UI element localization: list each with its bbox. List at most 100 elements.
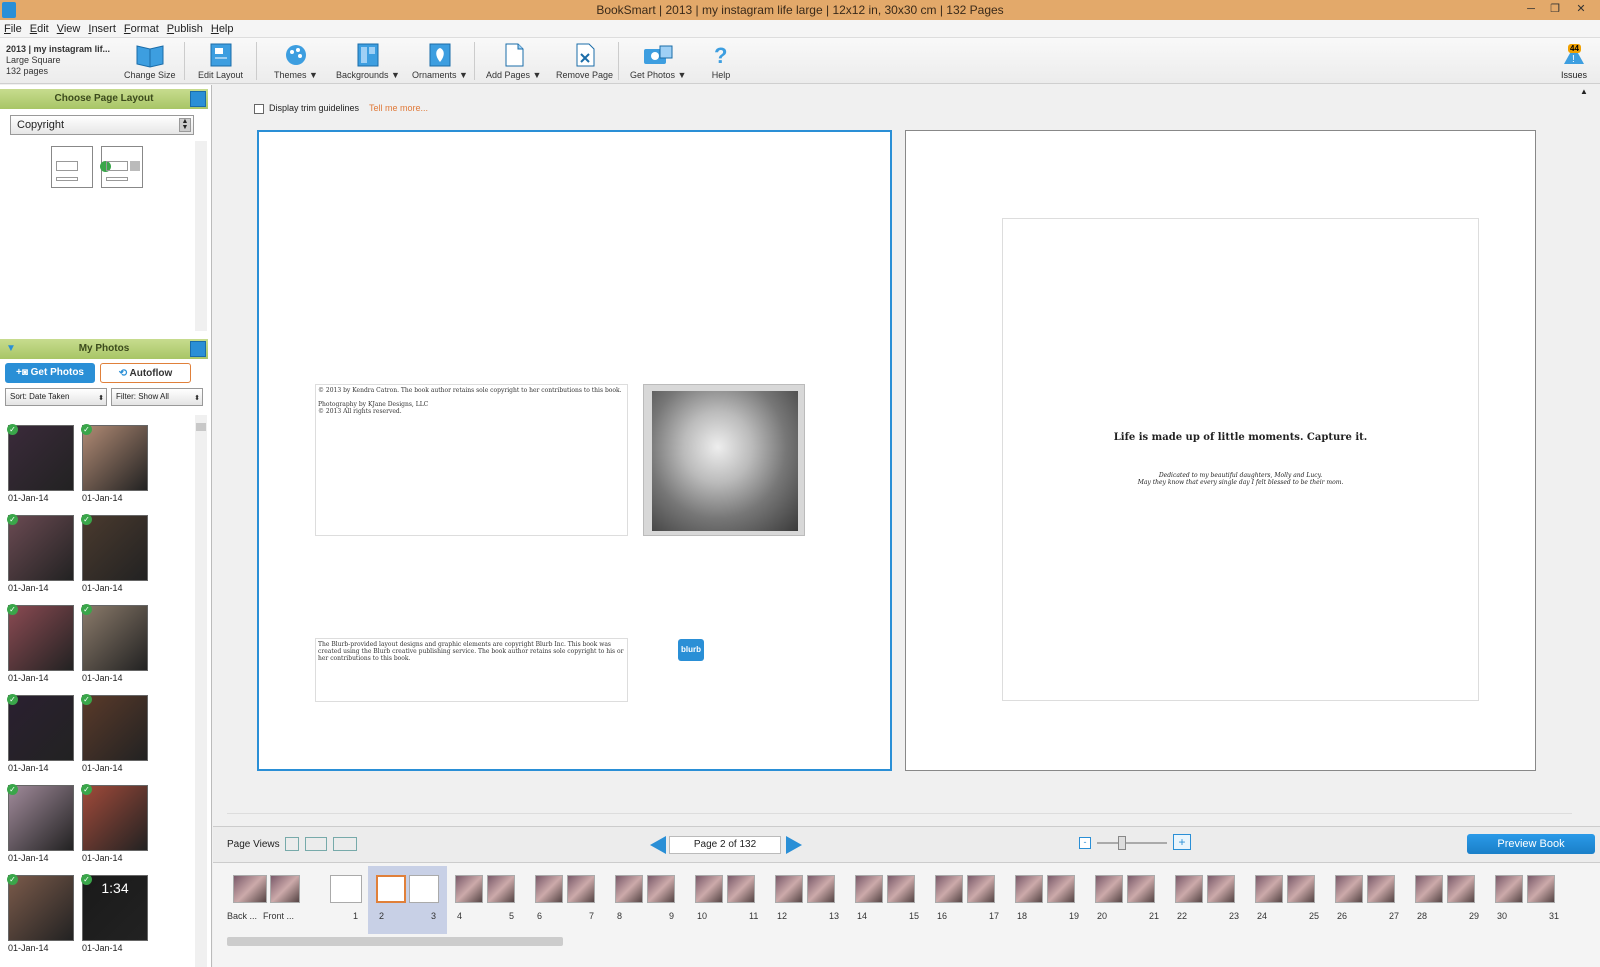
page-thumbnail[interactable] [807,875,835,903]
autoflow-button[interactable]: ⟲ Autoflow [100,363,191,383]
single-page-view-icon[interactable] [285,837,299,851]
page-thumbnail[interactable] [1127,875,1155,903]
previous-page-icon[interactable] [650,836,666,854]
popout-icon[interactable] [190,341,206,357]
scroll-thumb[interactable] [196,423,206,431]
page-thumbnail[interactable] [967,875,995,903]
get-photos-button[interactable]: +◙ Get Photos [5,363,95,383]
themes-button[interactable]: Themes ▼ [274,42,318,80]
photo-thumbnail[interactable]: ✓ [81,784,148,851]
tell-me-more-link[interactable]: Tell me more... [369,103,428,113]
page-thumbnail[interactable] [935,875,963,903]
page-thumbnail[interactable] [376,875,406,903]
filter-select[interactable]: Filter: Show All ⬍ [111,388,203,406]
layout-option-2-selected[interactable] [100,146,143,188]
portrait-photo[interactable] [643,384,805,536]
photo-thumbnail[interactable]: ✓ [81,694,148,761]
page-thumbnail[interactable] [233,875,267,903]
photo-thumbnail[interactable]: ✓ [81,424,148,491]
zoom-out-icon[interactable]: - [1079,837,1091,849]
page-thumbnail[interactable] [615,875,643,903]
workspace-vertical-scrollbar[interactable]: ▲ [1578,87,1590,803]
page-thumbnail[interactable] [409,875,439,903]
layout-scrollbar[interactable] [195,141,207,331]
page-thumbnail[interactable] [1335,875,1363,903]
preview-book-button[interactable]: Preview Book [1467,834,1595,854]
close-icon[interactable]: ✕ [1570,0,1592,20]
photo-thumbnail[interactable]: ✓ [7,424,74,491]
trim-guidelines-checkbox[interactable] [254,104,264,114]
photo-thumbnail[interactable]: ✓ [7,784,74,851]
page-thumbnail[interactable] [567,875,595,903]
page-thumbnail[interactable] [1255,875,1283,903]
menu-publish[interactable]: Publish [163,20,207,38]
page-thumbnail[interactable] [855,875,883,903]
photo-thumbnail[interactable]: ✓ [7,514,74,581]
photos-scrollbar[interactable] [195,415,207,967]
page-thumbnail[interactable] [727,875,755,903]
page-indicator[interactable]: Page 2 of 132 [669,836,781,854]
page-thumbnail[interactable] [330,875,362,903]
left-page-selected[interactable]: © 2013 by Kendra Catron. The book author… [257,130,892,771]
blurb-notice-text-box[interactable]: The Blurb-provided layout designs and gr… [315,638,628,702]
add-pages-button[interactable]: Add Pages ▼ [486,42,541,80]
page-thumbnail[interactable] [1095,875,1123,903]
zoom-slider-thumb[interactable] [1118,836,1126,850]
zoom-slider[interactable] [1097,842,1167,844]
page-thumbnail[interactable] [1495,875,1523,903]
page-thumbnail[interactable] [1287,875,1315,903]
photo-thumbnail[interactable]: ✓ [7,694,74,761]
page-thumbnail[interactable] [487,875,515,903]
popout-icon[interactable] [190,91,206,107]
copyright-text-box[interactable]: © 2013 by Kendra Catron. The book author… [315,384,628,536]
photo-thumbnail[interactable]: ✓ [81,604,148,671]
photo-thumbnail[interactable]: ✓ [7,604,74,671]
dedication-text-box[interactable]: Life is made up of little moments. Captu… [1002,218,1479,701]
ornaments-button[interactable]: Ornaments ▼ [412,42,468,80]
layout-option-1[interactable] [51,146,93,188]
page-thumbnail[interactable] [647,875,675,903]
minimize-icon[interactable]: ─ [1520,0,1542,20]
page-thumbnail[interactable] [270,875,300,903]
help-button[interactable]: ? Help [710,42,732,80]
page-thumbnail[interactable] [535,875,563,903]
photo-thumbnail[interactable]: ✓ 1:34 [81,874,148,941]
page-thumbnail[interactable] [1415,875,1443,903]
sort-select[interactable]: Sort: Date Taken ⬍ [5,388,107,406]
menu-edit[interactable]: Edit [26,20,53,38]
page-thumbnail[interactable] [887,875,915,903]
page-thumbnail[interactable] [455,875,483,903]
backgrounds-button[interactable]: Backgrounds ▼ [336,42,400,80]
spread-view-icon[interactable] [305,837,327,851]
get-photos-toolbar-button[interactable]: Get Photos ▼ [630,42,686,80]
filmstrip-scroll-thumb[interactable] [227,937,563,946]
menu-view[interactable]: View [53,20,85,38]
zoom-in-icon[interactable]: + [1173,834,1191,850]
collapse-icon[interactable]: ▼ [6,339,16,359]
restore-icon[interactable]: ❐ [1544,0,1566,20]
change-size-button[interactable]: Change Size [124,42,176,80]
edit-layout-button[interactable]: Edit Layout [198,42,243,80]
menu-help[interactable]: Help [207,20,238,38]
photo-thumbnail[interactable]: ✓ [7,874,74,941]
menu-format[interactable]: Format [120,20,163,38]
page-thumbnail[interactable] [775,875,803,903]
page-thumbnail[interactable] [1367,875,1395,903]
page-thumbnail[interactable] [1015,875,1043,903]
page-thumbnail[interactable] [695,875,723,903]
next-page-icon[interactable] [786,836,802,854]
remove-page-button[interactable]: Remove Page [556,42,613,80]
layout-category-select[interactable]: Copyright ▲ ▼ [10,115,194,135]
page-thumbnail[interactable] [1175,875,1203,903]
page-thumbnail[interactable] [1527,875,1555,903]
page-thumbnail[interactable] [1207,875,1235,903]
issues-button[interactable]: ! 44 Issues [1548,42,1600,80]
menu-insert[interactable]: Insert [84,20,120,38]
scroll-up-icon[interactable]: ▲ [1578,87,1590,96]
photo-thumbnail[interactable]: ✓ [81,514,148,581]
page-thumbnail[interactable] [1047,875,1075,903]
menu-file[interactable]: File [0,20,26,38]
page-thumbnail[interactable] [1447,875,1475,903]
grid-view-icon[interactable] [333,837,357,851]
right-page[interactable]: Life is made up of little moments. Captu… [905,130,1536,771]
